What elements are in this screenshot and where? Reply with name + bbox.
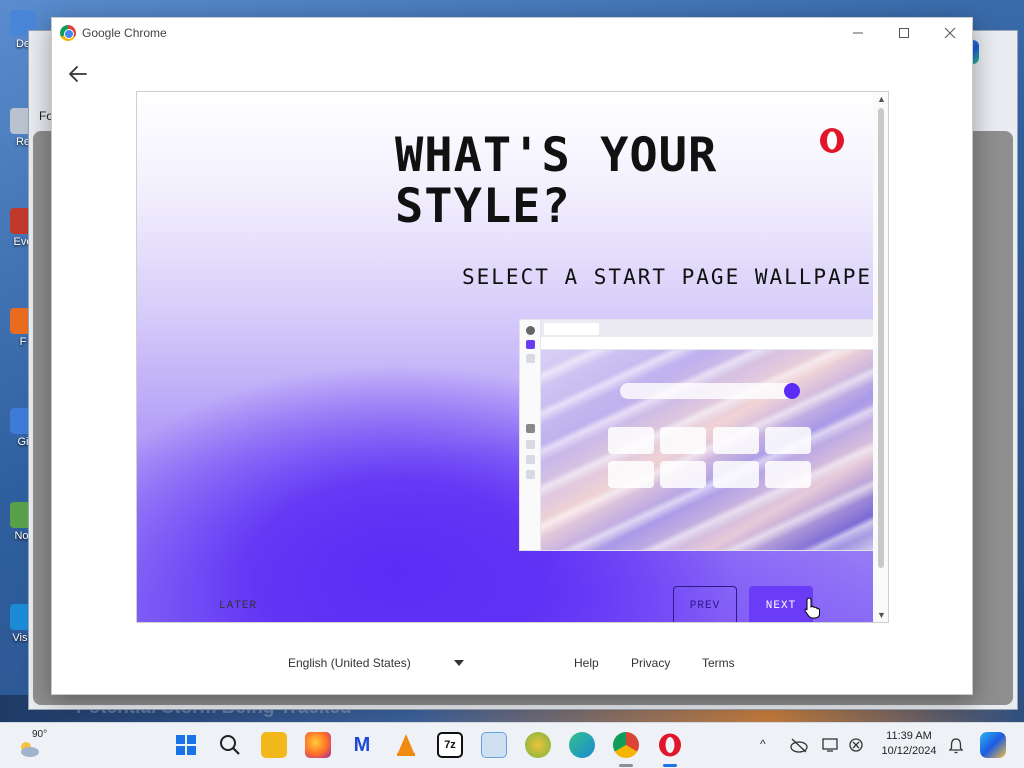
desktop-shortcut-label: F <box>19 336 27 348</box>
window-title: Google Chrome <box>82 26 167 40</box>
preview-sidebar <box>520 320 541 550</box>
maximize-button[interactable] <box>881 18 927 48</box>
malwarebytes-icon[interactable]: M <box>349 732 375 758</box>
clock-time: 11:39 AM <box>886 730 932 742</box>
minimize-icon <box>853 32 863 34</box>
search-icon <box>220 735 240 755</box>
page-subtitle: SELECT A START PAGE WALLPAPE <box>462 265 873 289</box>
preview-speed-dial-tile <box>713 427 759 454</box>
notepad-icon[interactable] <box>481 732 507 758</box>
preview-search-button <box>784 383 800 399</box>
system-clock[interactable]: 11:39 AM 10/12/2024 <box>876 729 942 759</box>
network-icon[interactable] <box>848 737 864 753</box>
opera-icon[interactable] <box>657 732 683 758</box>
preview-sidebar-icon <box>526 470 535 479</box>
vlc-cone-icon <box>397 734 415 756</box>
onboarding-dialog: WHAT'S YOUR STYLE? SELECT A START PAGE W… <box>136 91 889 623</box>
preview-tab-bar <box>541 320 878 337</box>
edge-icon[interactable] <box>569 732 595 758</box>
preview-speed-dial-tile <box>660 427 706 454</box>
later-button[interactable]: LATER <box>219 600 257 612</box>
preview-speed-dial-tile <box>608 461 654 488</box>
preview-sidebar-icon <box>526 424 535 433</box>
firefox-icon[interactable] <box>305 732 331 758</box>
chrome-window: Google Chrome WHAT'S YOUR STYLE? SELECT … <box>51 17 973 695</box>
copilot-icon[interactable] <box>980 732 1006 758</box>
preview-search-bar <box>620 383 800 399</box>
preview-address-bar <box>541 337 878 350</box>
help-link[interactable]: Help <box>574 656 599 670</box>
language-select[interactable]: English (United States) <box>288 656 411 670</box>
scroll-down-icon[interactable]: ▼ <box>877 610 886 620</box>
chevron-up-icon[interactable]: ^ <box>760 737 766 751</box>
preview-sidebar-icon <box>526 455 535 464</box>
chrome-footer: English (United States) Help Privacy Ter… <box>52 654 972 674</box>
close-button[interactable] <box>927 18 973 48</box>
weather-widget[interactable]: 90° <box>18 729 58 763</box>
opera-logo-icon <box>820 128 844 153</box>
desktop-shortcut-label: Gi <box>17 436 29 448</box>
headline-line-2: STYLE? <box>395 179 571 234</box>
clock-date: 10/12/2024 <box>881 745 937 757</box>
chrome-logo-icon <box>60 25 76 41</box>
preview-active-icon <box>526 340 535 349</box>
dialog-scrollbar[interactable]: ▲ ▼ <box>873 92 888 622</box>
preview-wallpaper <box>541 350 878 550</box>
display-icon[interactable] <box>822 737 838 753</box>
headline-line-1: WHAT'S YOUR <box>395 128 718 183</box>
active-app-indicator <box>663 764 677 767</box>
cloud-sync-icon[interactable] <box>790 737 808 753</box>
scroll-up-icon[interactable]: ▲ <box>877 94 886 104</box>
taskbar: 90° M 7z ^ 11:39 AM 10/12/2024 <box>0 722 1024 768</box>
page-title: WHAT'S YOUR STYLE? <box>395 130 717 232</box>
active-app-indicator <box>619 764 633 767</box>
title-bar: Google Chrome <box>52 18 972 48</box>
close-icon <box>944 27 956 39</box>
chevron-down-icon[interactable] <box>454 660 464 666</box>
file-explorer-icon[interactable] <box>261 732 287 758</box>
preview-sidebar-icon <box>526 354 535 363</box>
preview-speed-dial-tile <box>608 427 654 454</box>
preview-speed-dial-tile <box>713 461 759 488</box>
hand-cursor-icon <box>804 597 820 619</box>
preview-speed-dial-tile <box>765 461 811 488</box>
weather-temperature: 90° <box>32 729 48 740</box>
wallpaper-preview <box>519 319 879 551</box>
privacy-link[interactable]: Privacy <box>631 656 670 670</box>
7zip-icon[interactable]: 7z <box>437 732 463 758</box>
notification-bell-icon[interactable] <box>948 737 964 755</box>
preview-tab <box>544 323 599 335</box>
scrollbar-thumb[interactable] <box>878 108 884 568</box>
preview-opera-icon <box>526 326 535 335</box>
vlc-icon[interactable] <box>393 732 419 758</box>
minimize-button[interactable] <box>835 18 881 48</box>
preview-speed-dial-tile <box>660 461 706 488</box>
chrome-icon[interactable] <box>613 732 639 758</box>
start-button[interactable] <box>173 732 199 758</box>
windows-start-icon <box>176 735 196 755</box>
opera-taskbar-icon <box>659 733 681 757</box>
search-button[interactable] <box>217 732 243 758</box>
back-arrow-icon[interactable] <box>66 62 90 86</box>
preview-sidebar-icon <box>526 440 535 449</box>
prev-button[interactable]: PREV <box>673 586 737 622</box>
terms-link[interactable]: Terms <box>702 656 735 670</box>
weather-cloud-icon <box>21 742 39 757</box>
chrome-canary-icon[interactable] <box>525 732 551 758</box>
maximize-icon <box>899 28 909 38</box>
preview-speed-dial-tile <box>765 427 811 454</box>
